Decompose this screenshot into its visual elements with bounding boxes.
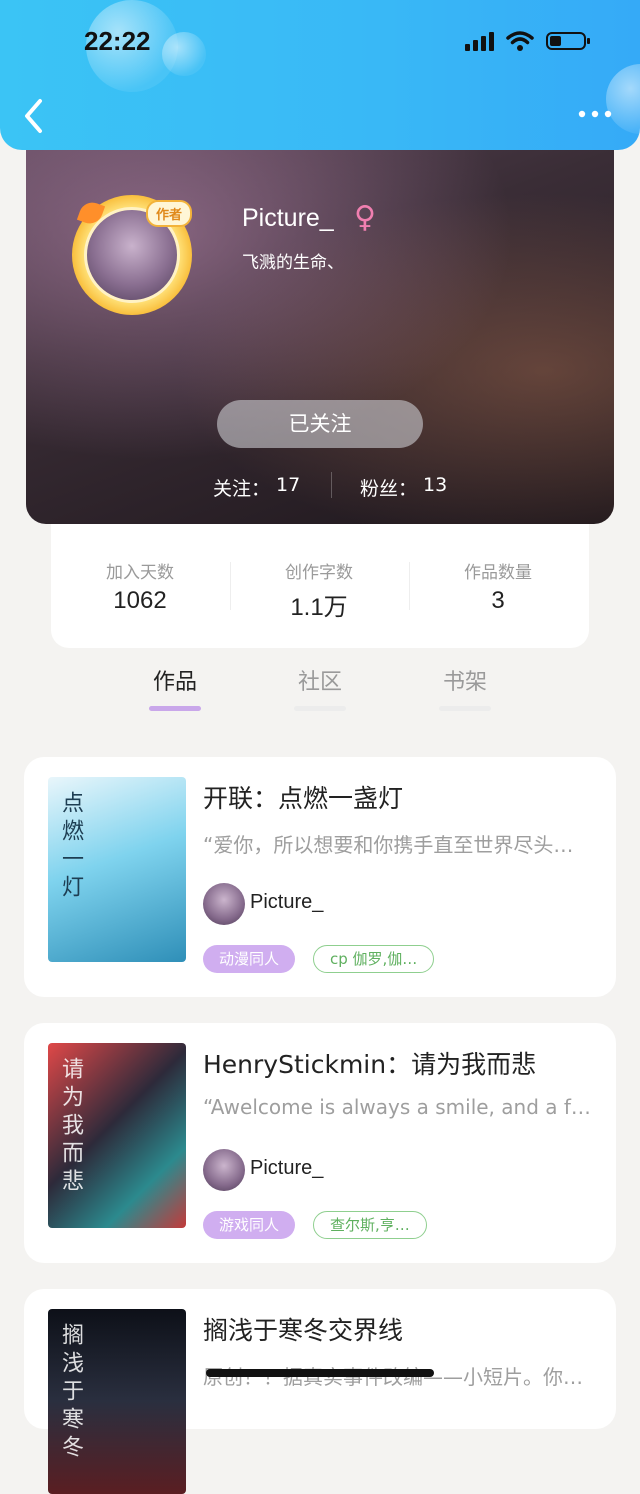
author-avatar [203, 1149, 245, 1191]
battery-icon [546, 32, 590, 50]
stat-label: 作品数量 [464, 563, 532, 583]
stat-value: 1.1万 [290, 594, 348, 621]
decor-bubble [162, 32, 206, 76]
stat-value: 1062 [113, 587, 167, 614]
work-author: Picture_ [250, 891, 324, 913]
back-arrow-icon[interactable] [20, 96, 50, 136]
tab-indicator [439, 706, 491, 711]
work-description: “爱你，所以想要和你携手直至世界尽头… [203, 833, 574, 857]
stat-label: 加入天数 [106, 563, 174, 583]
following-stat[interactable]: 关注： 17 [213, 474, 300, 501]
fans-count: 13 [423, 474, 448, 496]
tab-indicator [294, 706, 346, 711]
category-tag[interactable]: 游戏同人 [203, 1211, 296, 1239]
fans-stat[interactable]: 粉丝： 13 [360, 474, 447, 501]
work-description: “Awelcome is always a smile, and a fare… [203, 1095, 601, 1119]
divider [331, 472, 332, 498]
keyword-tag[interactable]: cp 伽罗,伽… [313, 945, 435, 973]
tab-indicator [149, 706, 201, 711]
cover-text: 搁浅于寒冬 [58, 1323, 83, 1463]
stat-value: 3 [491, 587, 505, 614]
category-tag[interactable]: 动漫同人 [203, 945, 296, 973]
follow-button[interactable]: 已关注 [217, 400, 423, 448]
work-card[interactable]: 搁浅于寒冬 搁浅于寒冬交界线 原创！！据真实事件改编——小短片。你… [24, 1289, 616, 1494]
cover-text: 点燃一灯 [58, 791, 83, 903]
keyword-tag[interactable]: 查尔斯,亨… [313, 1211, 427, 1239]
profile-header: 作者 Picture_ ♀ 飞溅的生命、 已关注 关注： 17 粉丝： 13 [26, 120, 614, 524]
top-bar: 22:22 [0, 0, 640, 150]
stat-label: 创作字数 [285, 563, 353, 583]
work-title: HenryStickmin：请为我而悲 [203, 1050, 537, 1079]
work-card[interactable]: 点燃一灯 开联：点燃一盏灯 “爱你，所以想要和你携手直至世界尽头… Pictur… [24, 757, 616, 997]
author-avatar [203, 883, 245, 925]
signal-icon [465, 31, 494, 51]
work-cover[interactable]: 搁浅于寒冬 [48, 1309, 186, 1494]
home-indicator[interactable] [206, 1369, 434, 1377]
wifi-icon [506, 31, 534, 51]
more-options-icon[interactable] [578, 104, 612, 124]
user-motto: 飞溅的生命、 [242, 253, 344, 273]
following-label: 关注： [213, 478, 271, 500]
stat-join-days: 加入天数 1062 [51, 558, 229, 615]
work-card[interactable]: 请为我而悲 HenryStickmin：请为我而悲 “Awelcome is a… [24, 1023, 616, 1263]
status-icons [465, 30, 590, 52]
tab-label: 作品 [152, 670, 197, 695]
stat-works-count: 作品数量 3 [409, 558, 587, 615]
stat-word-count: 创作字数 1.1万 [230, 558, 408, 622]
following-count: 17 [276, 474, 301, 496]
gender-female-icon: ♀ [354, 200, 376, 235]
work-title: 搁浅于寒冬交界线 [203, 1316, 404, 1345]
work-cover[interactable]: 点燃一灯 [48, 777, 186, 962]
tab-bookshelf[interactable]: 书架 [420, 664, 510, 711]
cover-text: 请为我而悲 [58, 1057, 83, 1197]
tab-community[interactable]: 社区 [275, 664, 365, 711]
status-time: 22:22 [84, 26, 151, 56]
work-author: Picture_ [250, 1157, 324, 1179]
tab-works[interactable]: 作品 [130, 664, 220, 711]
tab-label: 书架 [442, 670, 487, 695]
work-title: 开联：点燃一盏灯 [203, 784, 404, 813]
fans-label: 粉丝： [360, 478, 418, 500]
username: Picture_ [242, 204, 334, 232]
work-cover[interactable]: 请为我而悲 [48, 1043, 186, 1228]
author-badge: 作者 [146, 200, 193, 227]
stats-card: 加入天数 1062 创作字数 1.1万 作品数量 3 [51, 518, 589, 648]
tab-label: 社区 [297, 670, 342, 695]
